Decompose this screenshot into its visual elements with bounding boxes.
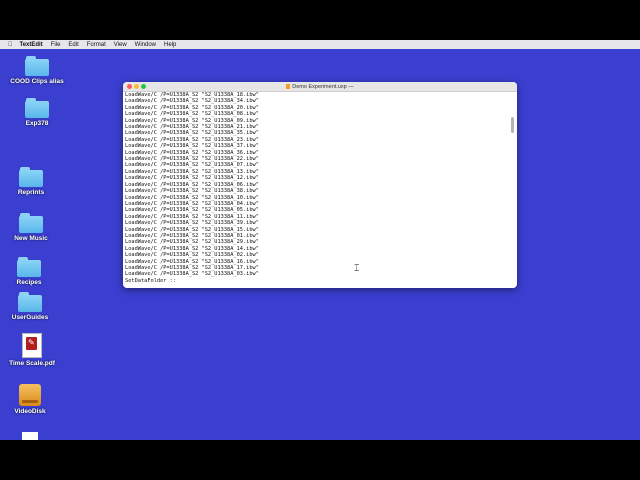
desktop-item-recipes[interactable]: Recipes bbox=[0, 257, 64, 286]
window-title: Demo Experiment.uxp — bbox=[292, 83, 354, 90]
desktop-item-label: Reprints bbox=[17, 189, 45, 196]
menu-edit[interactable]: Edit bbox=[68, 42, 78, 48]
menu-bar:  TextEdit File Edit Format View Window … bbox=[0, 40, 640, 49]
menu-file[interactable]: File bbox=[51, 42, 61, 48]
menu-app-name[interactable]: TextEdit bbox=[20, 42, 43, 48]
maximize-button[interactable] bbox=[141, 84, 146, 89]
desktop-item-exp378[interactable]: Exp378 bbox=[2, 98, 72, 127]
text-area[interactable]: LoadWave/C /P=U1338A_S2 "S2_U1338A_18.ib… bbox=[123, 92, 517, 288]
folder-icon bbox=[19, 213, 43, 233]
folder-icon bbox=[17, 257, 41, 277]
menu-view[interactable]: View bbox=[114, 42, 127, 48]
desktop-item-label: Recipes bbox=[16, 279, 42, 286]
desktop-item-videodisk[interactable]: VideoDisk bbox=[0, 384, 65, 415]
menu-format[interactable]: Format bbox=[87, 42, 106, 48]
window-titlebar[interactable]: Demo Experiment.uxp — bbox=[123, 82, 517, 92]
desktop-item-label: New Music bbox=[14, 235, 48, 242]
document-proxy-icon[interactable] bbox=[286, 84, 291, 89]
desktop-item-new-music[interactable]: New Music bbox=[0, 213, 66, 242]
minimize-button[interactable] bbox=[134, 84, 139, 89]
document-icon bbox=[22, 432, 38, 440]
desktop-item-label: COOD Clips alias bbox=[10, 78, 64, 85]
menu-help[interactable]: Help bbox=[164, 42, 176, 48]
i-beam-cursor-icon: ⌶ bbox=[354, 264, 360, 274]
pdf-icon bbox=[22, 333, 42, 358]
folder-icon bbox=[19, 167, 43, 187]
desktop-item-label: VideoDisk bbox=[14, 408, 46, 415]
desktop:  TextEdit File Edit Format View Window … bbox=[0, 40, 640, 440]
textedit-window[interactable]: Demo Experiment.uxp — LoadWave/C /P=U133… bbox=[123, 82, 517, 288]
menu-window[interactable]: Window bbox=[135, 42, 156, 48]
folder-icon bbox=[25, 56, 49, 76]
scrollbar-thumb[interactable] bbox=[511, 117, 514, 133]
disk-icon bbox=[19, 384, 41, 406]
desktop-item-cood-clips[interactable]: COOD Clips alias bbox=[2, 56, 72, 85]
desktop-item-label: Time Scale.pdf bbox=[9, 360, 55, 367]
desktop-item-label: Exp378 bbox=[25, 120, 49, 127]
apple-icon[interactable]:  bbox=[8, 42, 13, 48]
close-button[interactable] bbox=[127, 84, 132, 89]
folder-icon bbox=[25, 98, 49, 118]
desktop-item-document-partial[interactable] bbox=[22, 432, 38, 440]
desktop-item-userguides[interactable]: UserGuides bbox=[0, 292, 65, 321]
desktop-item-time-scale-pdf[interactable]: Time Scale.pdf bbox=[0, 333, 67, 367]
desktop-item-label: UserGuides bbox=[11, 314, 49, 321]
desktop-item-reprints[interactable]: Reprints bbox=[0, 167, 66, 196]
text-line: SetDataFolder :: bbox=[125, 277, 177, 284]
folder-icon bbox=[18, 292, 42, 312]
